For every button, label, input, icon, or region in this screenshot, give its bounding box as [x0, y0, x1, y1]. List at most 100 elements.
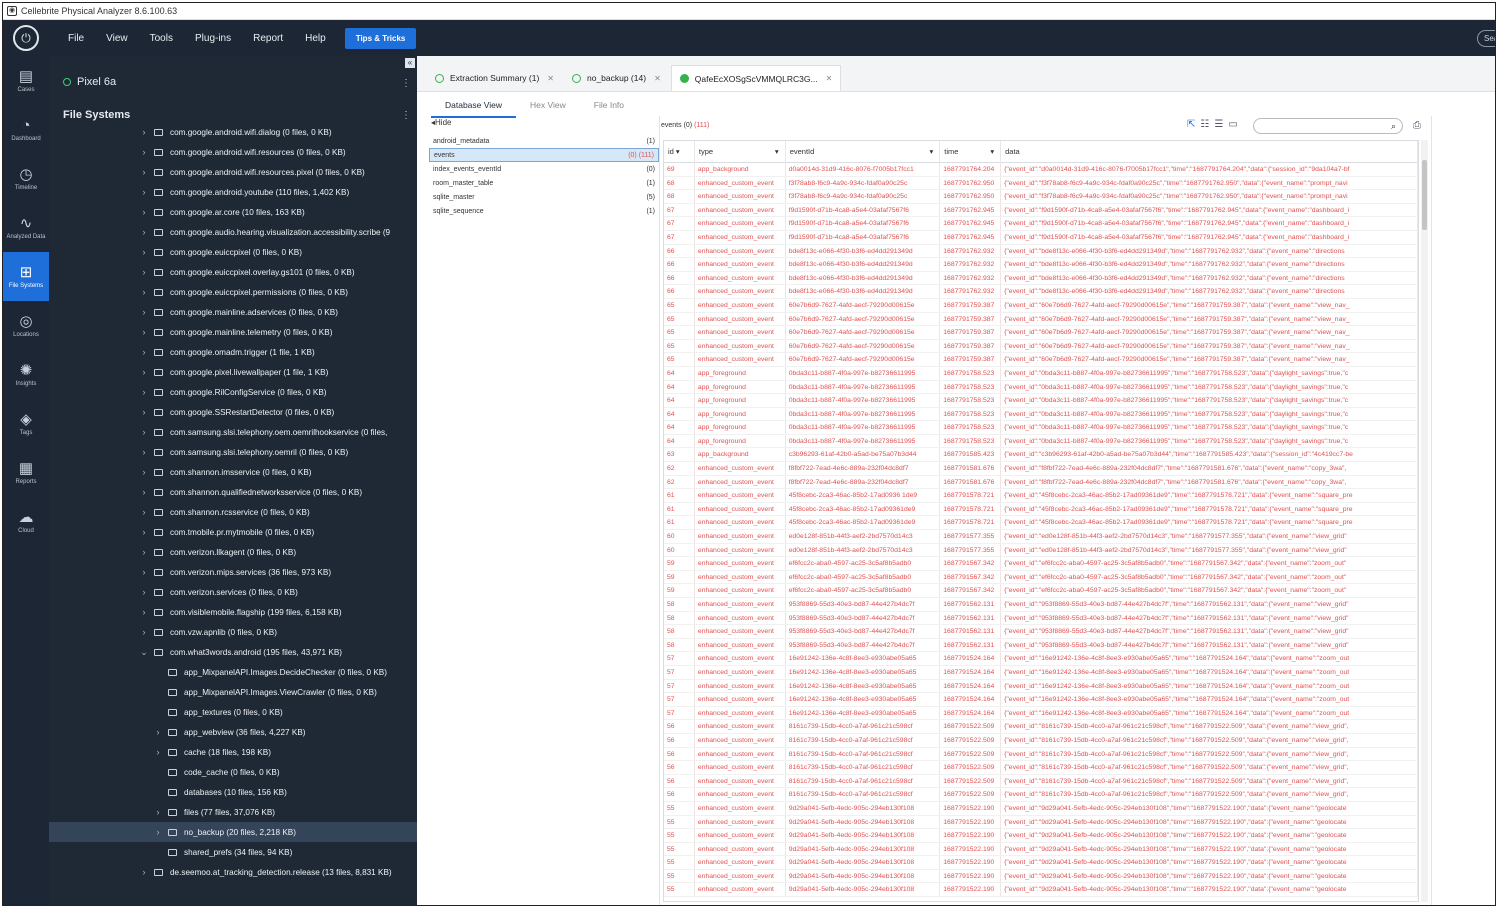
- menu-report[interactable]: Report: [242, 33, 294, 44]
- table-row[interactable]: 56 enhanced_custom_event 8161c739-15db-4cc…: [664, 720, 1418, 734]
- table-row[interactable]: 64 app_foreground 0bda3c11-b887-4f0a-997e-…: [664, 421, 1418, 435]
- col-header-type[interactable]: type ▾: [695, 141, 786, 163]
- table-row[interactable]: 57 enhanced_custom_event 16e91242-136e-4c8…: [664, 665, 1418, 680]
- table-row[interactable]: 69 app_background d0a0014d-31d9-416c-8076-…: [664, 163, 1418, 177]
- tree-item[interactable]: › no_backup (20 files, 2,218 KB): [49, 822, 417, 842]
- tree-item[interactable]: › com.google.android.wifi.resources.pixel…: [49, 162, 417, 182]
- tree-item[interactable]: › cache (18 files, 198 KB): [49, 742, 417, 762]
- table-row[interactable]: 64 app_foreground 0bda3c11-b887-4f0a-997e-…: [664, 434, 1418, 449]
- doc-tab[interactable]: QafeEcXOSgScVMMQLRC3G... ✕: [670, 65, 842, 91]
- chevron-icon[interactable]: ›: [139, 527, 149, 537]
- table-row[interactable]: 56 enhanced_custom_event 8161c739-15db-4cc…: [664, 733, 1418, 748]
- chevron-icon[interactable]: ›: [153, 747, 163, 757]
- table-row[interactable]: 68 enhanced_custom_event f3f78ab8-f6c9-4a9…: [664, 190, 1418, 204]
- tree-item[interactable]: › com.google.audio.hearing.visualization.…: [49, 222, 417, 242]
- tree-item[interactable]: › com.google.mainline.telemetry (0 files,…: [49, 322, 417, 342]
- table-row[interactable]: 59 enhanced_custom_event ef6fcc2c-aba0-459…: [664, 570, 1418, 585]
- chevron-icon[interactable]: ›: [139, 147, 149, 157]
- nav-cases[interactable]: ▤ Cases: [3, 56, 49, 105]
- tree-item[interactable]: › com.verizon.llkagent (0 files, 0 KB): [49, 542, 417, 562]
- table-row[interactable]: 56 enhanced_custom_event 8161c739-15db-4cc…: [664, 761, 1418, 775]
- table-row[interactable]: 60 enhanced_custom_event ed0e128f-851b-44f…: [664, 530, 1418, 544]
- doc-tab[interactable]: Extraction Summary (1) ✕: [427, 65, 562, 91]
- chevron-icon[interactable]: ›: [139, 567, 149, 577]
- chevron-icon[interactable]: ›: [139, 587, 149, 597]
- table-list-item[interactable]: sqlite_sequence (1): [429, 204, 659, 218]
- hide-tables-button[interactable]: ◂Hide: [431, 118, 451, 127]
- chevron-icon[interactable]: ›: [139, 427, 149, 437]
- tree-item[interactable]: › com.google.ar.core (10 files, 163 KB): [49, 202, 417, 222]
- chevron-icon[interactable]: ›: [139, 867, 149, 877]
- table-row[interactable]: 60 enhanced_custom_event ed0e128f-851b-44f…: [664, 543, 1418, 558]
- tree-item[interactable]: › com.verizon.services (0 files, 0 KB): [49, 582, 417, 602]
- chevron-icon[interactable]: ›: [139, 287, 149, 297]
- chevron-icon[interactable]: ›: [139, 547, 149, 557]
- table-row[interactable]: 57 enhanced_custom_event 16e91242-136e-4c8…: [664, 652, 1418, 666]
- scroll-thumb[interactable]: [1422, 160, 1427, 230]
- chevron-icon[interactable]: ›: [139, 447, 149, 457]
- collapse-panel-icon[interactable]: «: [405, 58, 415, 68]
- table-row[interactable]: 66 enhanced_custom_event bde8f13c-e066-4f3…: [664, 271, 1418, 286]
- table-row[interactable]: 66 enhanced_custom_event bde8f13c-e066-4f3…: [664, 244, 1418, 259]
- tree-item[interactable]: app_MixpanelAPI.Images.ViewCrawler (0 fi…: [49, 682, 417, 702]
- close-icon[interactable]: ✕: [547, 74, 554, 83]
- tree-item[interactable]: code_cache (0 files, 0 KB): [49, 762, 417, 782]
- file-systems-menu-icon[interactable]: ⋮: [401, 110, 411, 121]
- table-row[interactable]: 57 enhanced_custom_event 16e91242-136e-4c8…: [664, 706, 1418, 721]
- table-row[interactable]: 64 app_foreground 0bda3c11-b887-4f0a-997e-…: [664, 380, 1418, 395]
- menu-view[interactable]: View: [95, 33, 139, 44]
- chevron-icon[interactable]: ›: [139, 127, 149, 137]
- tree-item[interactable]: › com.google.SSRestartDetector (0 files, …: [49, 402, 417, 422]
- chevron-icon[interactable]: ›: [139, 207, 149, 217]
- nav-location[interactable]: ◎ Locations: [3, 301, 49, 350]
- chevron-icon[interactable]: ›: [139, 267, 149, 277]
- table-list-item[interactable]: android_metadata (1): [429, 134, 659, 148]
- table-row[interactable]: 64 app_foreground 0bda3c11-b887-4f0a-997e-…: [664, 394, 1418, 408]
- grid-search-input[interactable]: ⌕: [1253, 118, 1403, 134]
- menu-plugins[interactable]: Plug-ins: [184, 33, 242, 44]
- table-row[interactable]: 55 enhanced_custom_event 9d29a041-5efb-4ed…: [664, 829, 1418, 843]
- table-row[interactable]: 57 enhanced_custom_event 16e91242-136e-4c8…: [664, 693, 1418, 707]
- table-list-item[interactable]: events (0) (111): [429, 148, 659, 162]
- nav-analyzed-data[interactable]: ∿ Analyzed Data: [3, 203, 49, 252]
- nav-dashboard[interactable]: ◔ Dashboard: [3, 105, 49, 154]
- tree-item[interactable]: › com.tmobile.pr.mytmobile (0 files, 0 KB…: [49, 522, 417, 542]
- tree-item[interactable]: shared_prefs (34 files, 94 KB): [49, 842, 417, 862]
- chevron-icon[interactable]: ›: [139, 167, 149, 177]
- tree-item[interactable]: › com.shannon.qualifiednetworksservice (0…: [49, 482, 417, 502]
- global-search-input[interactable]: Sea: [1477, 30, 1495, 47]
- table-row[interactable]: 55 enhanced_custom_event 9d29a041-5efb-4ed…: [664, 815, 1418, 830]
- tree-item[interactable]: app_MixpanelAPI.Images.DecideChecker (0 …: [49, 662, 417, 682]
- table-list-item[interactable]: room_master_table (1): [429, 176, 659, 190]
- tree-item[interactable]: › com.samsung.slsi.telephony.oem.oemrilho…: [49, 422, 417, 442]
- tree-item[interactable]: › com.google.mainline.adservices (0 files…: [49, 302, 417, 322]
- table-row[interactable]: 65 enhanced_custom_event 60e7b6d9-7627-4af…: [664, 339, 1418, 354]
- tree-item[interactable]: › com.google.euiccpixel (0 files, 0 KB): [49, 242, 417, 262]
- menu-tools[interactable]: Tools: [139, 33, 184, 44]
- tree-item[interactable]: › com.google.RilConfigService (0 files, 0…: [49, 382, 417, 402]
- filter-icon[interactable]: ☰: [1214, 119, 1223, 130]
- table-row[interactable]: 57 enhanced_custom_event 16e91242-136e-4c8…: [664, 679, 1418, 694]
- table-row[interactable]: 62 enhanced_custom_event f8fbf722-7ead-4e6…: [664, 475, 1418, 490]
- chevron-icon[interactable]: ⌄: [139, 647, 149, 658]
- nav-tags[interactable]: ◈ Tags: [3, 399, 49, 448]
- device-header[interactable]: Pixel 6a: [63, 76, 116, 88]
- chevron-icon[interactable]: ›: [139, 307, 149, 317]
- tree-item[interactable]: › com.google.android.wifi.resources (0 fi…: [49, 142, 417, 162]
- table-row[interactable]: 65 enhanced_custom_event 60e7b6d9-7627-4af…: [664, 312, 1418, 327]
- doc-tab[interactable]: no_backup (14) ✕: [564, 65, 669, 91]
- table-row[interactable]: 67 enhanced_custom_event f9d1590f-d71b-4ca…: [664, 217, 1418, 231]
- pointer-icon[interactable]: ⇱: [1187, 119, 1195, 130]
- table-row[interactable]: 56 enhanced_custom_event 8161c739-15db-4cc…: [664, 788, 1418, 802]
- col-header-eventid[interactable]: eventId ▾: [786, 141, 941, 163]
- column-chooser-icon[interactable]: ☷: [1200, 119, 1209, 130]
- chevron-icon[interactable]: ›: [139, 627, 149, 637]
- col-header-id[interactable]: id ▾: [664, 141, 695, 163]
- table-row[interactable]: 66 enhanced_custom_event bde8f13c-e066-4f3…: [664, 285, 1418, 299]
- view-tab[interactable]: File Info: [580, 96, 638, 118]
- table-row[interactable]: 56 enhanced_custom_event 8161c739-15db-4cc…: [664, 747, 1418, 762]
- chevron-icon[interactable]: ›: [139, 407, 149, 417]
- tree-item[interactable]: › com.google.omadm.trigger (1 file, 1 KB): [49, 342, 417, 362]
- chevron-icon[interactable]: ›: [139, 387, 149, 397]
- table-row[interactable]: 64 app_foreground 0bda3c11-b887-4f0a-997e-…: [664, 407, 1418, 422]
